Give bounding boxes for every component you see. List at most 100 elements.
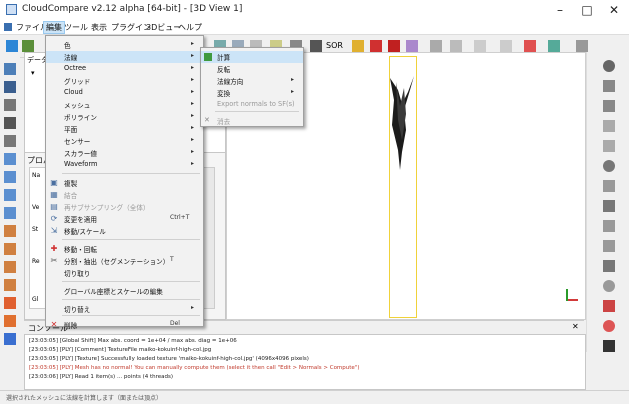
menu-shortcut: T	[170, 256, 174, 263]
iso1-view-icon[interactable]	[4, 261, 16, 273]
home-icon[interactable]	[603, 340, 615, 352]
edit-menu-item[interactable]: 色 ▸	[46, 39, 203, 51]
edit-menu-item[interactable]: ▦ 結合	[46, 189, 203, 201]
zoom-icon[interactable]	[4, 135, 16, 147]
close-button[interactable]: ✕	[604, 2, 624, 18]
normals-menu-item[interactable]: Export normals to SF(s)	[201, 99, 303, 111]
segment-icon[interactable]	[388, 40, 400, 52]
chevron-right-icon: ▸	[191, 124, 195, 131]
edit-menu-item[interactable]: ▤ 再サブサンプリング（全体）	[46, 201, 203, 213]
menu-item-icon: ✂	[50, 256, 58, 265]
north-icon[interactable]	[603, 200, 615, 212]
expand-icon[interactable]: ▾	[31, 69, 35, 77]
sf-icon[interactable]	[474, 40, 486, 52]
edit-menu-item[interactable]: スカラー値 ▸	[46, 147, 203, 159]
menu-bar: ファイル 編集 ツール 表示 プラグイン 3Dビュー ヘルプ	[0, 20, 629, 35]
sf-arith-icon[interactable]	[548, 40, 560, 52]
edit-menu-item[interactable]: 切り替え ▸	[46, 303, 203, 315]
circle-icon[interactable]	[603, 320, 615, 332]
menu-tools[interactable]: ツール	[64, 22, 88, 33]
leaf-icon[interactable]	[603, 240, 615, 252]
chevron-right-icon: ▸	[191, 304, 195, 311]
sf-gradient-icon[interactable]	[524, 40, 536, 52]
lock-icon[interactable]	[4, 315, 16, 327]
status-text: 選択されたメッシュに法線を計算します（面または頂点）	[6, 395, 163, 402]
plus-icon[interactable]	[4, 117, 16, 129]
edit-menu-item[interactable]: Octree ▸	[46, 63, 203, 75]
pivot-icon[interactable]	[4, 297, 16, 309]
edit-menu-item-label: 分割・抽出（セグメンテーション）	[64, 258, 170, 266]
edit-menu-item[interactable]: 法線 ▸	[46, 51, 203, 63]
chat-icon[interactable]	[603, 220, 615, 232]
front-view-icon[interactable]	[4, 153, 16, 165]
edit-menu-item[interactable]: Cloud ▸	[46, 87, 203, 99]
console-close-icon[interactable]: ✕	[572, 322, 579, 331]
grid-icon[interactable]	[310, 40, 322, 52]
edit-menu-item[interactable]: ⇲ 移動/スケール	[46, 225, 203, 237]
normals-menu-item[interactable]: 変換 ▸	[201, 87, 303, 99]
menu-view[interactable]: 表示	[91, 22, 107, 33]
compare-icon[interactable]	[450, 40, 462, 52]
console-line: [23:03:06] [PLY] Read 1 item(s) ... poin…	[29, 374, 174, 380]
csf-icon[interactable]	[603, 180, 615, 192]
open-icon[interactable]	[6, 40, 18, 52]
more-tools-icon[interactable]	[576, 40, 588, 52]
settings-icon[interactable]	[603, 60, 615, 72]
normals-menu-item[interactable]: ✕ 消去	[201, 115, 303, 127]
chevron-right-icon: ▸	[191, 52, 195, 59]
console-line: [23:03:05] [Global Shift] Max abs. coord…	[29, 338, 237, 344]
menu-3dview[interactable]: 3Dビュー	[146, 22, 181, 33]
properties-scrollbar[interactable]	[203, 167, 215, 309]
view-icon[interactable]	[4, 63, 16, 75]
sor-button[interactable]: SOR	[326, 41, 343, 50]
menu-plugins[interactable]: プラグイン	[111, 22, 151, 33]
edit-menu-item[interactable]: ポリライン ▸	[46, 111, 203, 123]
edit-menu-item-label: 平面	[64, 126, 78, 134]
console-panel[interactable]: [23:03:05] [Global Shift] Max abs. coord…	[24, 334, 586, 390]
edit-menu-item[interactable]: メッシュ ▸	[46, 99, 203, 111]
iso2-view-icon[interactable]	[4, 279, 16, 291]
camera-icon[interactable]	[4, 81, 16, 93]
move-icon[interactable]	[370, 40, 382, 52]
back-view-icon[interactable]	[4, 207, 16, 219]
edit-menu-item[interactable]: グリッド ▸	[46, 75, 203, 87]
edit-menu-item[interactable]: ▣ 複製	[46, 177, 203, 189]
measure-icon[interactable]	[406, 40, 418, 52]
axis-y-indicator	[566, 289, 568, 301]
clock-icon[interactable]	[603, 160, 615, 172]
edit-menu-item[interactable]: ✕ 削除 Del	[46, 319, 203, 331]
edit-menu-item[interactable]: ✂ 分割・抽出（セグメンテーション） T	[46, 255, 203, 267]
save-icon[interactable]	[22, 40, 34, 52]
histogram-icon[interactable]	[430, 40, 442, 52]
display-icon[interactable]	[603, 80, 615, 92]
rgb-icon[interactable]	[500, 40, 512, 52]
normals-menu-item[interactable]: 法線方向 ▸	[201, 75, 303, 87]
tree-icon[interactable]	[603, 260, 615, 272]
edit-menu-item[interactable]: 切り取り	[46, 267, 203, 279]
layers-icon[interactable]	[603, 100, 615, 112]
edit-menu-item[interactable]: センサー ▸	[46, 135, 203, 147]
normals-menu-item[interactable]: 反転	[201, 63, 303, 75]
normals-menu-item[interactable]: 計算	[201, 51, 303, 63]
sphere-icon[interactable]	[603, 280, 615, 292]
bottom-view-icon[interactable]	[4, 243, 16, 255]
normals-menu-item-label: Export normals to SF(s)	[217, 100, 295, 108]
light-icon[interactable]	[603, 140, 615, 152]
warning-icon[interactable]	[603, 300, 615, 312]
cube-icon[interactable]	[603, 120, 615, 132]
top-view-icon[interactable]	[4, 171, 16, 183]
point-size-icon[interactable]	[4, 333, 16, 345]
minimize-button[interactable]: –	[550, 2, 570, 18]
menu-edit[interactable]: 編集	[43, 21, 65, 34]
edit-menu-item[interactable]: Waveform ▸	[46, 159, 203, 171]
left-view-icon[interactable]	[4, 189, 16, 201]
maximize-button[interactable]: □	[577, 2, 597, 18]
edit-menu-item[interactable]: ✚ 移動・回転	[46, 243, 203, 255]
ruler-icon[interactable]	[4, 99, 16, 111]
right-view-icon[interactable]	[4, 225, 16, 237]
pick-icon[interactable]	[352, 40, 364, 52]
edit-menu-item[interactable]: グローバル座標とスケールの編集	[46, 285, 203, 297]
edit-menu-item[interactable]: 平面 ▸	[46, 123, 203, 135]
edit-menu-item[interactable]: ⟳ 変更を適用 Ctrl+T	[46, 213, 203, 225]
menu-help[interactable]: ヘルプ	[178, 22, 202, 33]
